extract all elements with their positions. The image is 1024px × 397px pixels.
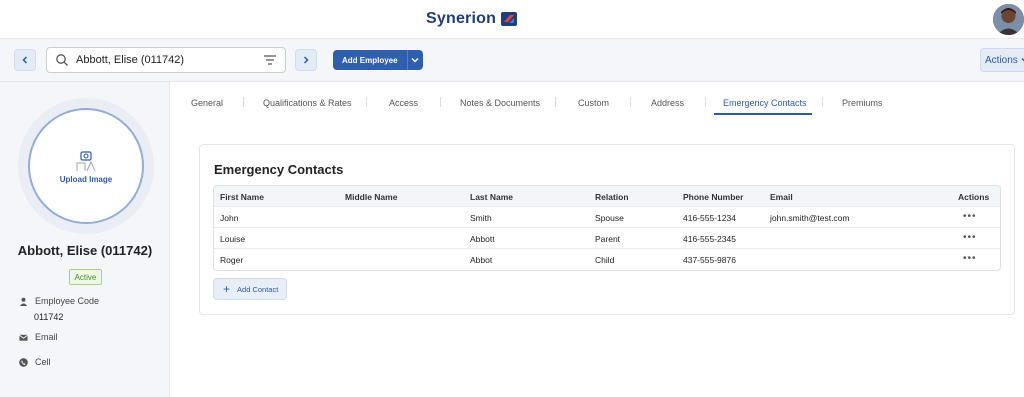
- user-avatar[interactable]: [993, 4, 1024, 35]
- tab-custom[interactable]: Custom: [578, 98, 609, 108]
- table-row[interactable]: John Smith Spouse 416-555-1234 john.smit…: [214, 207, 1000, 228]
- column-header-phone-number[interactable]: Phone Number: [683, 192, 743, 202]
- upload-image-button[interactable]: Upload Image: [28, 108, 144, 224]
- tab-general[interactable]: General: [191, 98, 223, 108]
- tab-address[interactable]: Address: [651, 98, 684, 108]
- previous-employee-button[interactable]: [14, 49, 36, 71]
- cell-last-name: Smith: [470, 213, 492, 223]
- cell-phone: 416-555-1234: [683, 213, 736, 223]
- tab-notes-documents[interactable]: Notes & Documents: [460, 98, 540, 108]
- cell-relation: Spouse: [595, 213, 624, 223]
- avatar-image: [993, 4, 1024, 35]
- employee-name: Abbott, Elise (011742): [17, 243, 153, 258]
- synerion-logo-icon: [501, 12, 518, 26]
- tab-divider: [440, 97, 441, 107]
- tab-emergency-contacts[interactable]: Emergency Contacts: [723, 98, 807, 108]
- tab-divider: [366, 97, 367, 107]
- tab-premiums[interactable]: Premiums: [842, 98, 883, 108]
- cell-row: Cell: [19, 357, 51, 367]
- toolbar: Abbott, Elise (011742) Add Employee Acti…: [0, 39, 1024, 82]
- table-row[interactable]: Louise Abbott Parent 416-555-2345 •••: [214, 228, 1000, 249]
- actions-label[interactable]: Actions: [985, 55, 1018, 66]
- phone-icon: [19, 357, 28, 367]
- tab-divider: [822, 97, 823, 107]
- add-employee-button[interactable]: Add Employee: [333, 50, 423, 70]
- chevron-down-icon: [411, 58, 419, 63]
- employee-code-value: 011742: [34, 312, 64, 322]
- cell-email: john.smith@test.com: [770, 213, 850, 223]
- cell-last-name: Abbott: [470, 234, 495, 244]
- email-label: Email: [35, 332, 58, 342]
- actions-button[interactable]: Actions: [980, 48, 1024, 72]
- upload-image-label[interactable]: Upload Image: [60, 175, 112, 184]
- tab-qualifications-rates[interactable]: Qualifications & Rates: [263, 98, 352, 108]
- brand: Synerion: [426, 10, 518, 28]
- emergency-contacts-card: Emergency Contacts First Name Middle Nam…: [199, 144, 1015, 315]
- active-tab-indicator: [714, 113, 812, 115]
- cell-phone: 416-555-2345: [683, 234, 736, 244]
- next-employee-button[interactable]: [295, 49, 317, 71]
- cell-last-name: Abbot: [470, 255, 493, 265]
- camera-upload-icon: [76, 150, 96, 171]
- tab-divider: [555, 97, 556, 107]
- column-header-relation[interactable]: Relation: [595, 192, 629, 202]
- cell-label: Cell: [35, 357, 51, 367]
- envelope-icon: [19, 334, 28, 341]
- search-value[interactable]: Abbott, Elise (011742): [76, 54, 263, 66]
- app-name: Synerion: [426, 10, 497, 27]
- column-header-middle-name[interactable]: Middle Name: [345, 192, 397, 202]
- cell-first-name: John: [220, 213, 239, 223]
- employee-code-label: Employee Code: [35, 296, 100, 306]
- add-employee-dropdown[interactable]: [408, 57, 423, 63]
- employee-code-row: Employee Code: [19, 296, 99, 306]
- more-horizontal-icon[interactable]: •••: [963, 233, 977, 243]
- column-header-first-name[interactable]: First Name: [220, 192, 264, 202]
- search-icon: [56, 54, 68, 66]
- cell-relation: Parent: [595, 234, 621, 244]
- more-horizontal-icon[interactable]: •••: [963, 254, 977, 264]
- add-employee-label[interactable]: Add Employee: [333, 50, 408, 70]
- tab-access[interactable]: Access: [389, 98, 418, 108]
- column-header-actions: Actions: [958, 192, 990, 202]
- tab-divider: [705, 97, 706, 107]
- cell-first-name: Roger: [220, 255, 244, 265]
- chevron-right-icon: [303, 56, 309, 64]
- filter-icon[interactable]: [263, 54, 277, 66]
- section-title: Emergency Contacts: [214, 162, 344, 177]
- status-badge: Active: [69, 269, 102, 285]
- plus-icon: +: [223, 282, 231, 296]
- add-contact-label[interactable]: Add Contact: [237, 285, 278, 294]
- employee-sidebar: Upload Image Abbott, Elise (011742) Acti…: [0, 82, 170, 397]
- top-bar: Synerion: [0, 0, 1024, 39]
- table-row[interactable]: Roger Abbot Child 437-555-9876 •••: [214, 249, 1000, 270]
- column-header-last-name[interactable]: Last Name: [470, 192, 513, 202]
- more-horizontal-icon[interactable]: •••: [963, 212, 977, 222]
- email-row: Email: [19, 332, 58, 342]
- person-icon: [19, 297, 28, 306]
- cell-first-name: Louise: [220, 234, 246, 244]
- cell-relation: Child: [595, 255, 615, 265]
- cell-phone: 437-555-9876: [683, 255, 736, 265]
- employee-search-input[interactable]: Abbott, Elise (011742): [46, 47, 286, 73]
- contacts-table: First Name Middle Name Last Name Relatio…: [213, 185, 1001, 271]
- add-contact-button[interactable]: + Add Contact: [213, 278, 287, 300]
- chevron-left-icon: [22, 56, 28, 64]
- table-header-row: First Name Middle Name Last Name Relatio…: [214, 186, 1000, 207]
- tab-divider: [243, 97, 244, 107]
- profile-tabs: General Qualifications & Rates Access No…: [170, 82, 1024, 118]
- tab-divider: [630, 97, 631, 107]
- column-header-email[interactable]: Email: [770, 192, 793, 202]
